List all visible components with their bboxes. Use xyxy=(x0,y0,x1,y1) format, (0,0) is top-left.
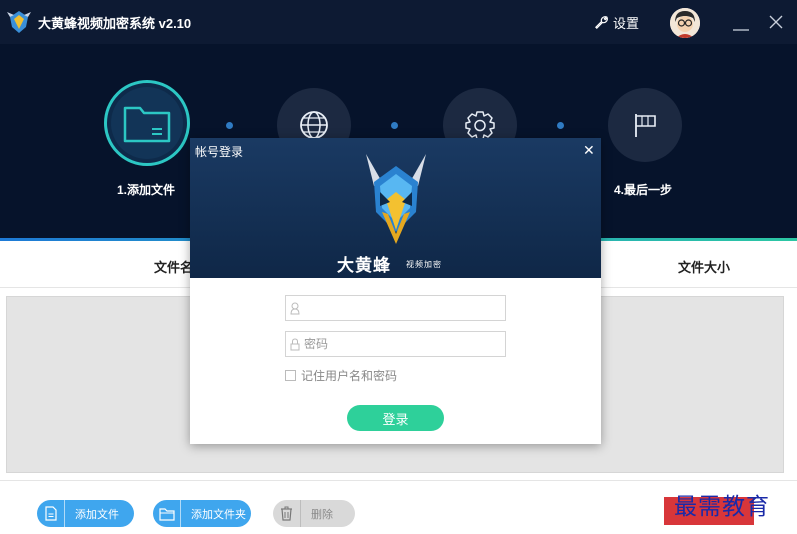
file-icon xyxy=(44,506,57,521)
watermark: 最需教育 xyxy=(674,494,770,520)
dialog-title: 帐号登录 xyxy=(195,145,244,159)
delete-label: 删除 xyxy=(311,508,333,521)
step-connector-dot xyxy=(391,122,398,129)
separator xyxy=(300,500,301,527)
add-file-button[interactable]: 添加文件 xyxy=(37,500,134,527)
column-filesize[interactable]: 文件大小 xyxy=(678,257,730,276)
avatar[interactable] xyxy=(670,8,700,38)
separator xyxy=(180,500,181,527)
login-button[interactable]: 登录 xyxy=(347,405,444,431)
login-dialog: 帐号登录 ✕ 大黄蜂 视频加密 记住用户名和密码 登录 xyxy=(190,138,601,444)
wrench-icon xyxy=(595,16,608,29)
password-field[interactable] xyxy=(285,331,506,357)
step-connector-dot xyxy=(226,122,233,129)
folder-icon xyxy=(158,507,175,521)
add-folder-label: 添加文件夹 xyxy=(191,508,246,521)
folder-icon xyxy=(123,106,171,143)
user-icon xyxy=(290,302,300,314)
remember-checkbox[interactable]: 记住用户名和密码 xyxy=(285,367,397,384)
app-title: 大黄蜂视频加密系统 v2.10 xyxy=(38,15,192,31)
settings-label: 设置 xyxy=(613,16,640,31)
flag-icon xyxy=(635,114,656,137)
step-connector-dot xyxy=(557,122,564,129)
lock-icon xyxy=(290,337,300,350)
user-avatar-icon xyxy=(670,8,700,38)
username-field[interactable] xyxy=(285,295,506,321)
separator xyxy=(64,500,65,527)
step-1-add-file[interactable] xyxy=(104,80,190,166)
settings-button[interactable]: 设置 xyxy=(594,13,639,32)
add-folder-button[interactable]: 添加文件夹 xyxy=(153,500,251,527)
close-icon[interactable] xyxy=(768,14,784,30)
trash-icon xyxy=(281,506,292,521)
add-file-label: 添加文件 xyxy=(75,508,119,521)
dialog-close-icon[interactable]: ✕ xyxy=(583,142,595,159)
username-input[interactable] xyxy=(304,297,494,319)
dialog-banner: 帐号登录 ✕ 大黄蜂 视频加密 xyxy=(190,138,601,278)
column-filename[interactable]: 文件名 xyxy=(154,257,193,276)
globe-icon xyxy=(300,111,328,139)
password-input[interactable] xyxy=(304,333,494,355)
delete-button[interactable]: 删除 xyxy=(273,500,355,527)
remember-label: 记住用户名和密码 xyxy=(301,369,398,383)
dialog-brand-sub: 视频加密 xyxy=(406,260,442,269)
gear-icon xyxy=(465,111,495,140)
minimize-icon[interactable] xyxy=(732,18,750,32)
checkbox-box[interactable] xyxy=(285,370,296,381)
dialog-brand: 大黄蜂 xyxy=(337,256,391,275)
bee-mascot-logo xyxy=(366,154,426,244)
step-1-label: 1.添加文件 xyxy=(117,183,176,197)
title-bar: 大黄蜂视频加密系统 v2.10 设置 xyxy=(0,0,797,44)
app-logo-icon xyxy=(7,11,31,33)
step-4-label: 4.最后一步 xyxy=(614,183,673,197)
step-4-final[interactable] xyxy=(608,88,682,162)
